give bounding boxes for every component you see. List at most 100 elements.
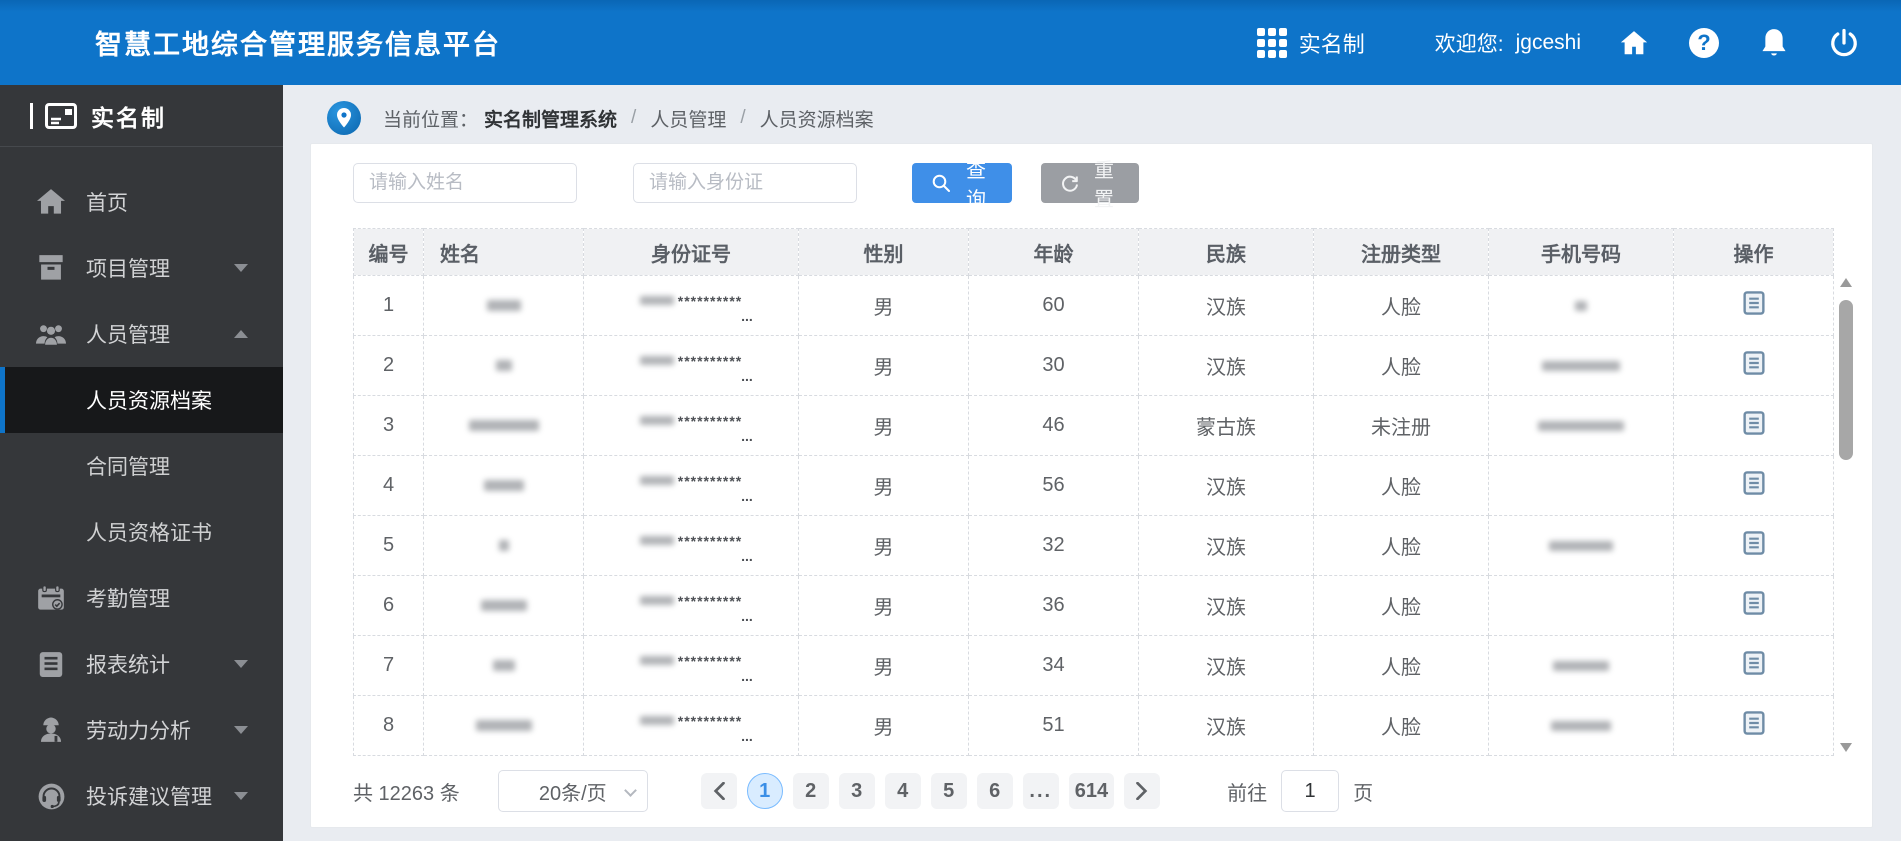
cell-phone-redacted (1488, 635, 1674, 696)
breadcrumb-root[interactable]: 实名制管理系统 (484, 105, 617, 132)
table-scrollbar[interactable] (1839, 276, 1853, 754)
personnel-table: 编号 姓名 身份证号 性别 年龄 民族 注册类型 手机号码 操作 1 ******… (353, 228, 1834, 756)
sidebar-item-label: 考勤管理 (86, 588, 170, 611)
scroll-up-icon[interactable] (1840, 278, 1852, 287)
username: jgceshi (1515, 30, 1581, 54)
idcard-search-input[interactable] (633, 163, 857, 203)
app-title: 智慧工地综合管理服务信息平台 (95, 30, 501, 60)
cell-regtype: 未注册 (1313, 395, 1489, 456)
next-page-button[interactable] (1124, 773, 1161, 809)
sidebar-subitem-label: 合同管理 (86, 456, 170, 479)
query-button-label: 查询 (966, 160, 986, 211)
sidebar-item-complaints[interactable]: 投诉建议管理 (0, 763, 283, 829)
sidebar-item-labor-analysis[interactable]: 劳动力分析 (0, 697, 283, 763)
page-button-2[interactable]: 2 (792, 773, 829, 809)
detail-document-icon[interactable] (1742, 470, 1765, 495)
page-button-614[interactable]: 614 (1068, 773, 1115, 809)
sidebar-item-reports[interactable]: 报表统计 (0, 631, 283, 697)
page-button-6[interactable]: 6 (976, 773, 1013, 809)
redacted-id-prefix (639, 716, 674, 726)
module-switcher[interactable]: 实名制 (1256, 27, 1365, 59)
cell-phone-redacted (1488, 335, 1674, 396)
detail-document-icon[interactable] (1742, 590, 1765, 615)
cell-no: 4 (353, 455, 424, 516)
chevron-down-icon (623, 784, 637, 797)
help-icon[interactable]: ? (1687, 26, 1721, 60)
col-header-actions: 操作 (1673, 228, 1834, 276)
detail-document-icon[interactable] (1742, 530, 1765, 555)
redacted-phone (1553, 660, 1609, 671)
cell-idcard: **********... (583, 455, 799, 516)
breadcrumb-level1[interactable]: 人员管理 (650, 105, 726, 132)
cell-actions (1673, 395, 1834, 456)
sidebar-item-home[interactable]: 首页 (0, 169, 283, 235)
cell-ethnic: 汉族 (1138, 575, 1314, 636)
redacted-name (495, 360, 512, 372)
cell-no: 1 (353, 275, 424, 336)
prev-page-button[interactable] (700, 773, 737, 809)
cell-gender: 男 (798, 455, 969, 516)
col-header-name: 姓名 (423, 228, 584, 276)
redacted-phone (1575, 300, 1587, 311)
cell-idcard: **********... (583, 695, 799, 756)
page-size-value: 20条/页 (538, 782, 607, 805)
page-number-list: 1 2 3 4 5 6... 614 (742, 773, 1119, 809)
redacted-name (486, 300, 521, 312)
table-row: 7 **********... 男 34 汉族 人脸 (353, 635, 1834, 696)
sidebar-item-label: 项目管理 (86, 258, 170, 281)
col-header-age: 年龄 (968, 228, 1139, 276)
cell-gender: 男 (798, 395, 969, 456)
page-button-3[interactable]: 3 (838, 773, 875, 809)
cell-gender: 男 (798, 635, 969, 696)
chevron-down-icon (234, 660, 248, 668)
id-overflow-ellipsis: ... (741, 368, 753, 384)
cell-regtype: 人脸 (1313, 275, 1489, 336)
cell-no: 2 (353, 335, 424, 396)
detail-document-icon[interactable] (1742, 290, 1765, 315)
cell-name-redacted (423, 695, 584, 756)
cell-age: 56 (968, 455, 1139, 516)
detail-document-icon[interactable] (1742, 410, 1765, 435)
detail-document-icon[interactable] (1742, 350, 1765, 375)
scrollbar-thumb[interactable] (1839, 300, 1853, 460)
name-search-input[interactable] (353, 163, 577, 203)
sidebar-subitem-contracts[interactable]: 合同管理 (0, 433, 283, 499)
cell-name-redacted (423, 275, 584, 336)
cell-actions (1673, 335, 1834, 396)
redacted-name (475, 720, 532, 732)
scroll-down-icon[interactable] (1840, 743, 1852, 752)
sidebar-subitem-personnel-archive[interactable]: 人员资源档案 (0, 367, 283, 433)
sidebar-item-personnel[interactable]: 人员管理 (0, 301, 283, 367)
cell-idcard: **********... (583, 335, 799, 396)
power-icon[interactable] (1827, 26, 1861, 60)
sidebar-subitem-certificates[interactable]: 人员资格证书 (0, 499, 283, 565)
cell-actions (1673, 455, 1834, 516)
page-button-5[interactable]: 5 (930, 773, 967, 809)
sidebar-item-label: 首页 (86, 192, 128, 215)
bell-icon[interactable] (1757, 26, 1791, 60)
sidebar-item-projects[interactable]: 项目管理 (0, 235, 283, 301)
page-size-select[interactable]: 20条/页 (497, 770, 648, 812)
id-mask: ********** (677, 413, 743, 429)
smart-site-platform: 智慧工地综合管理服务信息平台 实名制 欢迎您: jgceshi ? 实名制 首页… (0, 0, 1901, 850)
pager-buttons: 1 2 3 4 5 6... 614 (696, 773, 1165, 809)
sidebar-item-label: 报表统计 (86, 654, 170, 677)
sidebar-item-attendance[interactable]: 考勤管理 (0, 565, 283, 631)
table-row: 2 **********... 男 30 汉族 人脸 (353, 335, 1834, 396)
page-button-1[interactable]: 1 (746, 773, 783, 809)
detail-document-icon[interactable] (1742, 650, 1765, 675)
goto-page-input[interactable] (1281, 770, 1340, 812)
detail-document-icon[interactable] (1742, 710, 1765, 735)
cell-name-redacted (423, 395, 584, 456)
cell-no: 5 (353, 515, 424, 576)
redacted-phone (1551, 720, 1611, 731)
search-icon (932, 174, 950, 192)
page-button-4[interactable]: 4 (884, 773, 921, 809)
query-button[interactable]: 查询 (912, 160, 1012, 211)
cell-no: 7 (353, 635, 424, 696)
cell-phone-redacted (1488, 275, 1674, 336)
home-icon[interactable] (1617, 26, 1651, 60)
page-ellipsis[interactable]: ... (1022, 773, 1059, 809)
breadcrumb-level2[interactable]: 人员资源档案 (760, 105, 874, 132)
reset-button[interactable]: 重置 (1041, 160, 1139, 211)
